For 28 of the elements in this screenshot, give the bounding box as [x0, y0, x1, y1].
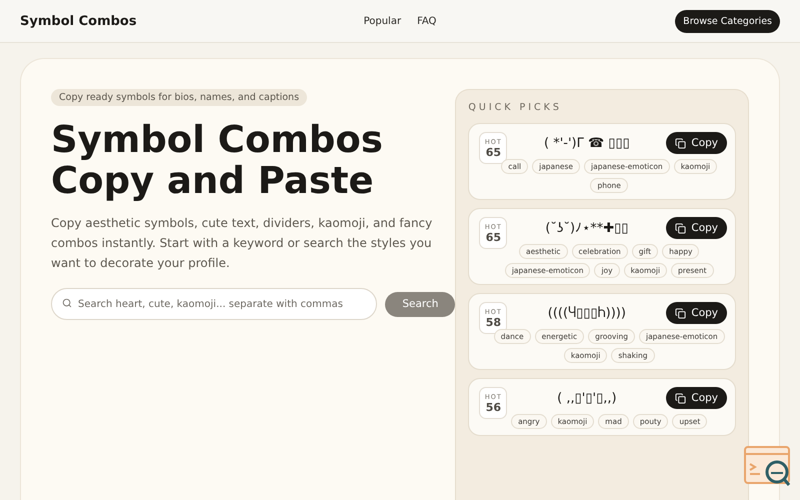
hot-count: 58 — [486, 316, 502, 328]
symbol-combo: ( ,,▯'▯'▯,,) — [556, 390, 618, 406]
page-title: Symbol Combos Copy and Paste — [51, 120, 383, 202]
copy-button[interactable]: Copy — [666, 132, 727, 154]
symbol-combo: (˘ʖ˘)ﾉ⋆**✚▯▯ — [544, 220, 630, 236]
copy-icon — [675, 308, 686, 318]
description: Copy aesthetic symbols, cute text, dividers, kaomoji, and fancy combos instantly. Start with a keyword or search the styles you want to decorate your profile. — [51, 215, 434, 272]
nav-link[interactable]: Popular — [364, 16, 402, 26]
search-button[interactable]: Search — [385, 292, 456, 317]
search-field[interactable]: Search heart, cute, kaomoji... separate with commas — [51, 288, 378, 320]
copy-button[interactable]: Copy — [666, 302, 727, 324]
browse-categories-button[interactable]: Browse Categories — [675, 10, 780, 32]
copy-icon — [675, 222, 686, 234]
hot-count: 65 — [486, 230, 502, 244]
copy-icon — [675, 138, 686, 148]
panel-title: QUICK PICKS — [468, 102, 563, 113]
search-icon — [62, 298, 72, 308]
symbol-combo: ( *'-')Γ ☎ ▯▯▯ — [542, 136, 631, 150]
nav-link[interactable]: FAQ — [417, 16, 436, 26]
copy-button[interactable]: Copy — [666, 217, 727, 239]
hot-count: 65 — [486, 146, 502, 158]
browser-search-icon[interactable] — [744, 446, 792, 488]
tagline-badge: Copy ready symbols for bios, names, and captions — [51, 89, 308, 106]
copy-button[interactable]: Copy — [666, 387, 727, 409]
brand-name[interactable]: Symbol Combos — [20, 14, 220, 28]
hot-count: 56 — [486, 400, 502, 414]
symbol-combo: ((((Ⴗ▯▯▯Ⴙ)))) — [546, 306, 627, 320]
copy-icon — [675, 392, 686, 404]
